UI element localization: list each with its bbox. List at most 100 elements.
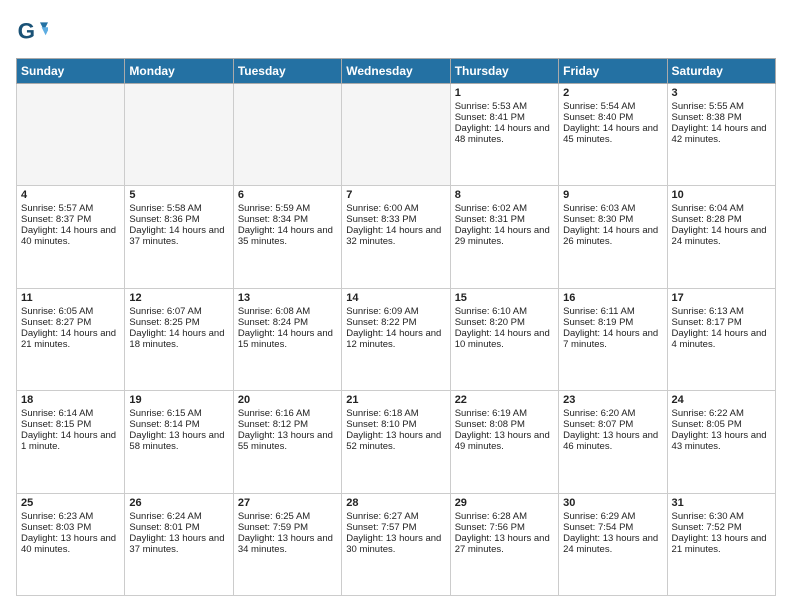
daylight-line: Daylight: 13 hours and 52 minutes.: [346, 430, 445, 452]
sunset-line: Sunset: 8:19 PM: [563, 317, 662, 328]
daylight-line: Daylight: 13 hours and 43 minutes.: [672, 430, 771, 452]
sunset-line: Sunset: 7:59 PM: [238, 522, 337, 533]
calendar-cell: 2Sunrise: 5:54 AMSunset: 8:40 PMDaylight…: [559, 84, 667, 186]
calendar-cell: 12Sunrise: 6:07 AMSunset: 8:25 PMDayligh…: [125, 288, 233, 390]
sunrise-line: Sunrise: 6:15 AM: [129, 408, 228, 419]
daylight-line: Daylight: 13 hours and 34 minutes.: [238, 533, 337, 555]
calendar-cell: 11Sunrise: 6:05 AMSunset: 8:27 PMDayligh…: [17, 288, 125, 390]
calendar-cell: 18Sunrise: 6:14 AMSunset: 8:15 PMDayligh…: [17, 391, 125, 493]
day-header-wednesday: Wednesday: [342, 59, 450, 84]
sunset-line: Sunset: 8:07 PM: [563, 419, 662, 430]
calendar-cell: 16Sunrise: 6:11 AMSunset: 8:19 PMDayligh…: [559, 288, 667, 390]
sunset-line: Sunset: 8:36 PM: [129, 214, 228, 225]
daylight-line: Daylight: 14 hours and 10 minutes.: [455, 328, 554, 350]
sunrise-line: Sunrise: 5:58 AM: [129, 203, 228, 214]
daylight-line: Daylight: 14 hours and 45 minutes.: [563, 123, 662, 145]
sunset-line: Sunset: 8:17 PM: [672, 317, 771, 328]
day-header-sunday: Sunday: [17, 59, 125, 84]
day-number: 8: [455, 189, 554, 201]
calendar-cell: 10Sunrise: 6:04 AMSunset: 8:28 PMDayligh…: [667, 186, 775, 288]
daylight-line: Daylight: 13 hours and 21 minutes.: [672, 533, 771, 555]
day-number: 16: [563, 292, 662, 304]
calendar-cell: [17, 84, 125, 186]
calendar-cell: [125, 84, 233, 186]
day-number: 26: [129, 497, 228, 509]
day-number: 13: [238, 292, 337, 304]
daylight-line: Daylight: 14 hours and 21 minutes.: [21, 328, 120, 350]
sunrise-line: Sunrise: 6:13 AM: [672, 306, 771, 317]
daylight-line: Daylight: 14 hours and 29 minutes.: [455, 225, 554, 247]
sunset-line: Sunset: 7:54 PM: [563, 522, 662, 533]
calendar-cell: [342, 84, 450, 186]
calendar-cell: 25Sunrise: 6:23 AMSunset: 8:03 PMDayligh…: [17, 493, 125, 595]
sunset-line: Sunset: 8:08 PM: [455, 419, 554, 430]
daylight-line: Daylight: 13 hours and 46 minutes.: [563, 430, 662, 452]
calendar-table: SundayMondayTuesdayWednesdayThursdayFrid…: [16, 58, 776, 596]
sunrise-line: Sunrise: 6:27 AM: [346, 511, 445, 522]
daylight-line: Daylight: 14 hours and 42 minutes.: [672, 123, 771, 145]
sunset-line: Sunset: 8:20 PM: [455, 317, 554, 328]
day-number: 14: [346, 292, 445, 304]
calendar-cell: [233, 84, 341, 186]
day-number: 25: [21, 497, 120, 509]
sunrise-line: Sunrise: 6:24 AM: [129, 511, 228, 522]
sunrise-line: Sunrise: 5:53 AM: [455, 101, 554, 112]
sunrise-line: Sunrise: 6:00 AM: [346, 203, 445, 214]
day-number: 6: [238, 189, 337, 201]
day-number: 18: [21, 394, 120, 406]
day-number: 24: [672, 394, 771, 406]
day-number: 21: [346, 394, 445, 406]
calendar-cell: 20Sunrise: 6:16 AMSunset: 8:12 PMDayligh…: [233, 391, 341, 493]
svg-text:G: G: [18, 18, 35, 43]
logo-icon: G: [16, 16, 48, 48]
sunrise-line: Sunrise: 5:59 AM: [238, 203, 337, 214]
daylight-line: Daylight: 14 hours and 32 minutes.: [346, 225, 445, 247]
sunrise-line: Sunrise: 5:57 AM: [21, 203, 120, 214]
sunset-line: Sunset: 8:31 PM: [455, 214, 554, 225]
day-number: 3: [672, 87, 771, 99]
calendar-cell: 29Sunrise: 6:28 AMSunset: 7:56 PMDayligh…: [450, 493, 558, 595]
day-number: 4: [21, 189, 120, 201]
daylight-line: Daylight: 13 hours and 49 minutes.: [455, 430, 554, 452]
calendar-week-row: 11Sunrise: 6:05 AMSunset: 8:27 PMDayligh…: [17, 288, 776, 390]
sunrise-line: Sunrise: 6:20 AM: [563, 408, 662, 419]
sunset-line: Sunset: 8:12 PM: [238, 419, 337, 430]
sunset-line: Sunset: 8:40 PM: [563, 112, 662, 123]
calendar-cell: 4Sunrise: 5:57 AMSunset: 8:37 PMDaylight…: [17, 186, 125, 288]
daylight-line: Daylight: 14 hours and 4 minutes.: [672, 328, 771, 350]
day-number: 15: [455, 292, 554, 304]
day-number: 1: [455, 87, 554, 99]
calendar-cell: 9Sunrise: 6:03 AMSunset: 8:30 PMDaylight…: [559, 186, 667, 288]
calendar-cell: 28Sunrise: 6:27 AMSunset: 7:57 PMDayligh…: [342, 493, 450, 595]
day-number: 28: [346, 497, 445, 509]
day-number: 12: [129, 292, 228, 304]
calendar-cell: 8Sunrise: 6:02 AMSunset: 8:31 PMDaylight…: [450, 186, 558, 288]
day-header-friday: Friday: [559, 59, 667, 84]
sunrise-line: Sunrise: 6:08 AM: [238, 306, 337, 317]
calendar-cell: 5Sunrise: 5:58 AMSunset: 8:36 PMDaylight…: [125, 186, 233, 288]
sunset-line: Sunset: 8:10 PM: [346, 419, 445, 430]
sunset-line: Sunset: 8:28 PM: [672, 214, 771, 225]
daylight-line: Daylight: 13 hours and 40 minutes.: [21, 533, 120, 555]
calendar-cell: 31Sunrise: 6:30 AMSunset: 7:52 PMDayligh…: [667, 493, 775, 595]
day-number: 23: [563, 394, 662, 406]
calendar-week-row: 1Sunrise: 5:53 AMSunset: 8:41 PMDaylight…: [17, 84, 776, 186]
sunset-line: Sunset: 8:03 PM: [21, 522, 120, 533]
daylight-line: Daylight: 14 hours and 7 minutes.: [563, 328, 662, 350]
sunset-line: Sunset: 8:38 PM: [672, 112, 771, 123]
sunrise-line: Sunrise: 6:28 AM: [455, 511, 554, 522]
calendar-cell: 19Sunrise: 6:15 AMSunset: 8:14 PMDayligh…: [125, 391, 233, 493]
daylight-line: Daylight: 14 hours and 1 minute.: [21, 430, 120, 452]
sunrise-line: Sunrise: 6:09 AM: [346, 306, 445, 317]
daylight-line: Daylight: 13 hours and 30 minutes.: [346, 533, 445, 555]
sunset-line: Sunset: 8:05 PM: [672, 419, 771, 430]
day-number: 17: [672, 292, 771, 304]
day-number: 7: [346, 189, 445, 201]
sunrise-line: Sunrise: 6:07 AM: [129, 306, 228, 317]
daylight-line: Daylight: 14 hours and 37 minutes.: [129, 225, 228, 247]
sunset-line: Sunset: 8:01 PM: [129, 522, 228, 533]
sunset-line: Sunset: 8:37 PM: [21, 214, 120, 225]
calendar-cell: 6Sunrise: 5:59 AMSunset: 8:34 PMDaylight…: [233, 186, 341, 288]
sunset-line: Sunset: 8:34 PM: [238, 214, 337, 225]
calendar-cell: 22Sunrise: 6:19 AMSunset: 8:08 PMDayligh…: [450, 391, 558, 493]
